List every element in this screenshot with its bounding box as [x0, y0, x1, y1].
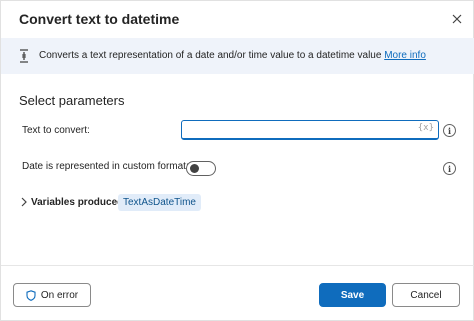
- action-info-icon: [20, 49, 28, 63]
- footer-divider: [1, 265, 474, 266]
- chevron-right-icon[interactable]: [20, 197, 28, 207]
- custom-format-help-icon[interactable]: i: [443, 162, 456, 175]
- text-to-convert-field[interactable]: {x}: [181, 120, 439, 140]
- more-info-link[interactable]: More info: [384, 50, 426, 61]
- text-to-convert-label: Text to convert:: [22, 125, 90, 136]
- toggle-knob: [190, 164, 199, 173]
- custom-format-toggle[interactable]: [186, 161, 216, 176]
- close-icon: [452, 14, 462, 24]
- info-banner: Converts a text representation of a date…: [1, 38, 474, 74]
- variable-chip-textasdatetime[interactable]: TextAsDateTime: [118, 194, 201, 211]
- text-to-convert-help-icon[interactable]: i: [443, 124, 456, 137]
- custom-format-label: Date is represented in custom format:: [22, 161, 189, 172]
- variables-produced-label[interactable]: Variables produced: [31, 197, 123, 208]
- section-title: Select parameters: [19, 93, 125, 108]
- insert-variable-button[interactable]: {x}: [418, 123, 434, 133]
- dialog-title: Convert text to datetime: [19, 11, 180, 27]
- convert-text-dialog: Convert text to datetime Converts a text…: [0, 0, 474, 321]
- info-description: Converts a text representation of a date…: [39, 50, 426, 61]
- save-button[interactable]: Save: [319, 283, 386, 307]
- shield-icon: [26, 289, 36, 301]
- close-button[interactable]: [448, 10, 466, 28]
- on-error-button[interactable]: On error: [13, 283, 91, 307]
- info-text: Converts a text representation of a date…: [39, 50, 382, 61]
- on-error-label: On error: [40, 289, 79, 301]
- cancel-button[interactable]: Cancel: [392, 283, 460, 307]
- text-to-convert-input[interactable]: [182, 123, 412, 140]
